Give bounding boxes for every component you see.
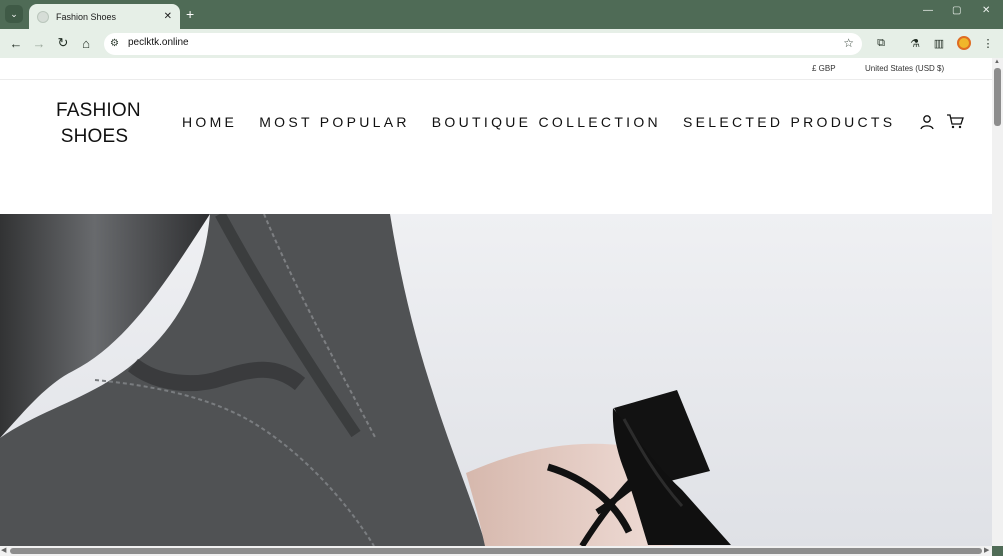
- country-selector[interactable]: United States (USD $): [865, 64, 944, 73]
- logo-line-1: FASHION: [56, 100, 141, 121]
- vertical-scrollbar[interactable]: ▲: [992, 58, 1003, 546]
- nav-home[interactable]: HOME: [182, 114, 237, 130]
- tune-icon[interactable]: ⚙: [110, 38, 119, 49]
- puzzle-icon[interactable]: ⧉: [873, 35, 889, 51]
- store-header: FASHION SHOES HOME MOST POPULAR BOUTIQUE…: [0, 80, 992, 214]
- hero-image: [0, 214, 992, 546]
- profile-avatar[interactable]: [957, 36, 971, 50]
- vertical-scroll-thumb[interactable]: [994, 68, 1001, 126]
- nav-selected-products[interactable]: SELECTED PRODUCTS: [683, 114, 895, 130]
- tab-title: Fashion Shoes: [56, 11, 117, 22]
- minimize-icon[interactable]: —: [923, 5, 933, 16]
- currency-bar: £ GBP United States (USD $): [0, 58, 992, 80]
- new-tab-button[interactable]: +: [186, 5, 194, 23]
- forward-arrow-icon[interactable]: →: [31, 35, 47, 51]
- reload-icon[interactable]: ↻: [55, 35, 71, 51]
- flask-icon[interactable]: ⚗: [907, 35, 923, 51]
- address-bar[interactable]: ⚙ peclktk.online ☆: [104, 33, 862, 55]
- scroll-right-icon[interactable]: ▶: [984, 546, 989, 554]
- horizontal-scroll-thumb[interactable]: [10, 548, 982, 554]
- scroll-left-icon[interactable]: ◀: [1, 546, 6, 554]
- home-icon[interactable]: ⌂: [78, 35, 94, 51]
- hero-fashion-image: [0, 214, 731, 546]
- store-logo[interactable]: FASHION SHOES: [56, 98, 141, 150]
- url-text: peclktk.online: [128, 37, 189, 48]
- more-vertical-icon[interactable]: ⋮: [980, 35, 996, 51]
- web-page: £ GBP United States (USD $) FASHION SHOE…: [0, 58, 992, 546]
- browser-chrome: ⌄ Fashion Shoes ✕ + — ▢ ✕ ← → ↻ ⌂ ⚙ pecl…: [0, 0, 1003, 58]
- horizontal-scrollbar[interactable]: ◀ ▶: [0, 546, 992, 556]
- main-navigation: HOME MOST POPULAR BOUTIQUE COLLECTION SE…: [182, 114, 895, 130]
- logo-line-2: SHOES: [60, 126, 129, 147]
- browser-toolbar: ← → ↻ ⌂ ⚙ peclktk.online ☆ ⧉ ⚗ ▥ ⋮: [0, 29, 1003, 58]
- star-icon[interactable]: ☆: [843, 36, 854, 50]
- maximize-icon[interactable]: ▢: [952, 5, 961, 16]
- currency-selector[interactable]: £ GBP: [812, 64, 836, 73]
- window-close-icon[interactable]: ✕: [982, 5, 990, 16]
- nav-boutique-collection[interactable]: BOUTIQUE COLLECTION: [432, 114, 661, 130]
- account-icon[interactable]: [919, 114, 935, 130]
- cart-icon[interactable]: [946, 113, 964, 129]
- browser-tab[interactable]: Fashion Shoes ✕: [29, 4, 180, 29]
- globe-icon: [37, 10, 49, 23]
- tab-search-icon[interactable]: ⌄: [5, 5, 23, 23]
- tab-strip: ⌄ Fashion Shoes ✕ + — ▢ ✕: [0, 0, 1003, 29]
- close-tab-icon[interactable]: ✕: [164, 11, 172, 22]
- sidebar-icon[interactable]: ▥: [931, 35, 947, 51]
- scroll-up-icon[interactable]: ▲: [994, 59, 1000, 65]
- back-arrow-icon[interactable]: ←: [8, 35, 24, 51]
- nav-most-popular[interactable]: MOST POPULAR: [259, 114, 410, 130]
